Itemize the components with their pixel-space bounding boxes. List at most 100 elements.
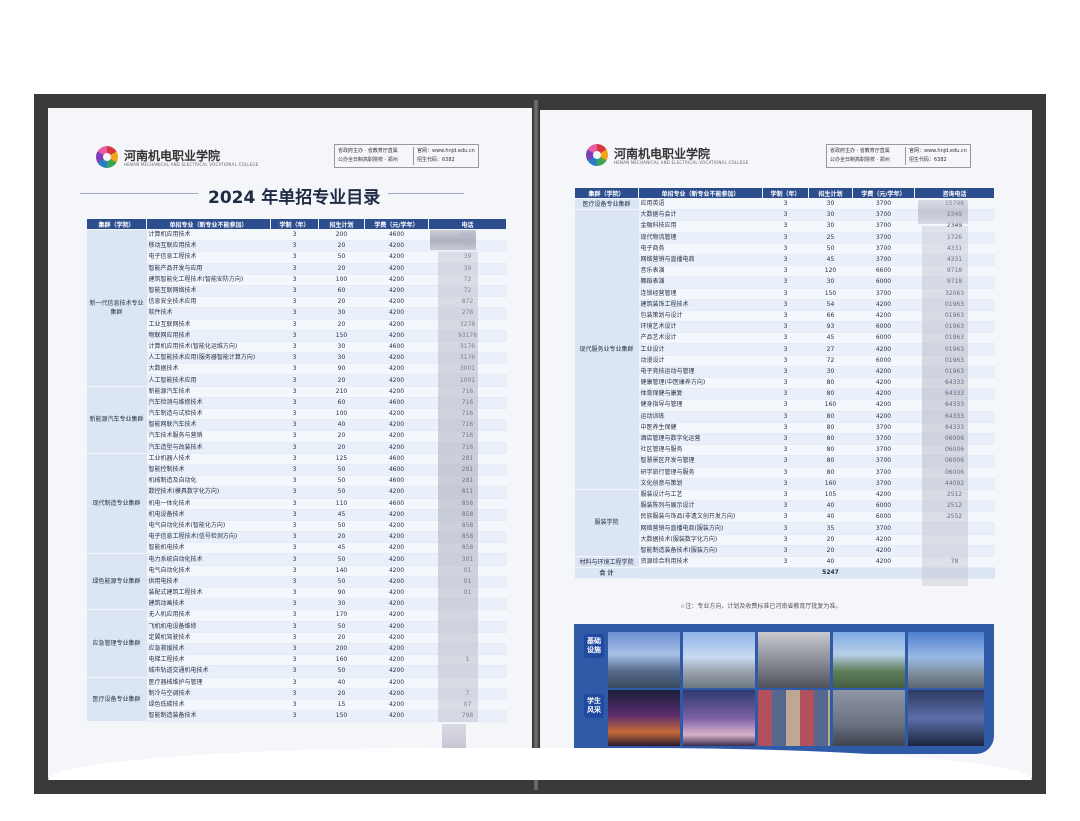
- cluster-name: 现代制造专业集群: [86, 453, 147, 555]
- tuition: 4200: [364, 587, 429, 600]
- tuition: 3700: [852, 433, 915, 446]
- tuition: 4200: [852, 411, 915, 423]
- duration: 3: [270, 453, 319, 465]
- major-name: 工业互联网技术: [146, 319, 271, 331]
- info-line2a: 公办全日制高职院校 · 郑州: [830, 156, 906, 165]
- major-name: 运动训练: [638, 411, 763, 423]
- duration: 3: [762, 511, 809, 524]
- tuition: 6000: [852, 332, 915, 345]
- tuition: 4200: [364, 486, 429, 499]
- major-name: 电气自动化技术: [146, 565, 271, 577]
- quota: 20: [318, 296, 365, 309]
- major-name: 绿色低碳技术: [146, 699, 271, 712]
- tuition: 4200: [364, 442, 429, 454]
- brochure-spine: [532, 100, 540, 790]
- tuition: 4200: [852, 299, 915, 311]
- quota: 20: [808, 534, 853, 546]
- tuition: 3700: [852, 220, 915, 233]
- quota: 100: [318, 408, 365, 421]
- duration: 3: [270, 475, 319, 488]
- duration: 3: [270, 285, 319, 298]
- quota: 20: [318, 374, 365, 387]
- tuition: 4200: [364, 710, 429, 723]
- tuition: 4200: [364, 677, 429, 689]
- quota: 120: [808, 265, 853, 278]
- tuition: 4200: [364, 285, 429, 298]
- quota: 30: [318, 598, 365, 611]
- major-name: 新能源汽车技术: [146, 386, 271, 398]
- major-name: 计算机应用技术(智能化运维方向): [146, 341, 271, 354]
- info-line1b: 官网：www.hnjd.edu.cn: [909, 148, 967, 154]
- major-name: 机电一体化技术: [146, 498, 271, 510]
- duration: 3: [270, 587, 319, 600]
- tuition: 4200: [852, 377, 915, 390]
- major-name: 电力系统自动化技术: [146, 553, 271, 566]
- major-name: 包装策划与设计: [638, 310, 763, 323]
- quota: 80: [808, 422, 853, 434]
- tuition: 6000: [852, 355, 915, 367]
- quota: 170: [318, 609, 365, 622]
- quota: 20: [318, 240, 365, 253]
- duration: 3: [270, 374, 319, 387]
- tuition: 4200: [364, 319, 429, 331]
- tuition: 4200: [364, 609, 429, 622]
- cluster-name: 新能源汽车专业集群: [86, 386, 147, 454]
- major-name: 智能制造装备技术: [146, 710, 271, 723]
- cluster-name: 医疗设备专业集群: [574, 198, 639, 211]
- major-name: 健康管理(中医康养方向): [638, 377, 763, 390]
- tuition: 4600: [364, 397, 429, 410]
- quota: 200: [318, 229, 365, 242]
- tuition: 4200: [364, 598, 429, 611]
- gym-photo: [758, 632, 830, 688]
- facilities-tag: 基础设施: [584, 634, 604, 658]
- tuition: 4200: [364, 363, 429, 376]
- student-photo: [908, 690, 984, 746]
- contact-info-box: 省政府主办 · 省教育厅直属 官网：www.hnjd.edu.cn 公办全日制高职…: [826, 144, 971, 168]
- major-name: 电梯工程技术: [146, 654, 271, 667]
- tuition: 6600: [852, 265, 915, 278]
- tuition: 6000: [852, 276, 915, 289]
- tuition: 3700: [852, 444, 915, 457]
- major-name: 汽车制造与试验技术: [146, 408, 271, 421]
- tuition: 4200: [852, 343, 915, 356]
- major-name: 服装陈列与展示设计: [638, 500, 763, 513]
- tuition: 4200: [364, 632, 429, 644]
- student-photo: [758, 690, 830, 746]
- tuition: 4200: [364, 553, 429, 566]
- quota: 50: [318, 486, 365, 499]
- quota: 80: [808, 377, 853, 390]
- tuition: 4200: [364, 542, 429, 555]
- tuition: 4200: [364, 251, 429, 264]
- major-name: 产品艺术设计: [638, 332, 763, 345]
- column-header: 单招专业（新专业不能参加）: [638, 187, 763, 199]
- quota: 40: [808, 511, 853, 524]
- tuition: 4200: [364, 576, 429, 589]
- major-name: 医疗器械维护与管理: [146, 677, 271, 689]
- tuition: 3700: [852, 455, 915, 468]
- tuition: 4200: [852, 388, 915, 401]
- tuition: 4200: [852, 310, 915, 323]
- cluster-name: 绿色能源专业集群: [86, 553, 147, 611]
- quota: 40: [808, 556, 853, 569]
- quota: 80: [808, 455, 853, 468]
- tuition: 4200: [364, 531, 429, 544]
- tuition: 4200: [364, 654, 429, 667]
- quota: 30: [808, 198, 853, 211]
- tuition: 4200: [364, 296, 429, 309]
- column-header: 学费（元/学年）: [364, 218, 429, 230]
- tuition: 4200: [364, 509, 429, 521]
- major-name: 健身指导与管理: [638, 399, 763, 412]
- major-name: 电子商务: [638, 243, 763, 255]
- quota: 50: [318, 464, 365, 477]
- tuition: 4200: [852, 545, 915, 558]
- duration: 3: [762, 220, 809, 233]
- duration: 3: [270, 665, 319, 678]
- quota: 100: [318, 274, 365, 286]
- major-name: 智能制造装备技术(服装方向): [638, 545, 763, 558]
- major-name: 机械制造及自动化: [146, 475, 271, 488]
- tuition: 4600: [364, 475, 429, 488]
- major-name: 电子信息工程技术(信号检测方向): [146, 531, 271, 544]
- duration: 3: [762, 455, 809, 468]
- major-name: 电子信息工程技术: [146, 251, 271, 264]
- quota: 80: [808, 388, 853, 401]
